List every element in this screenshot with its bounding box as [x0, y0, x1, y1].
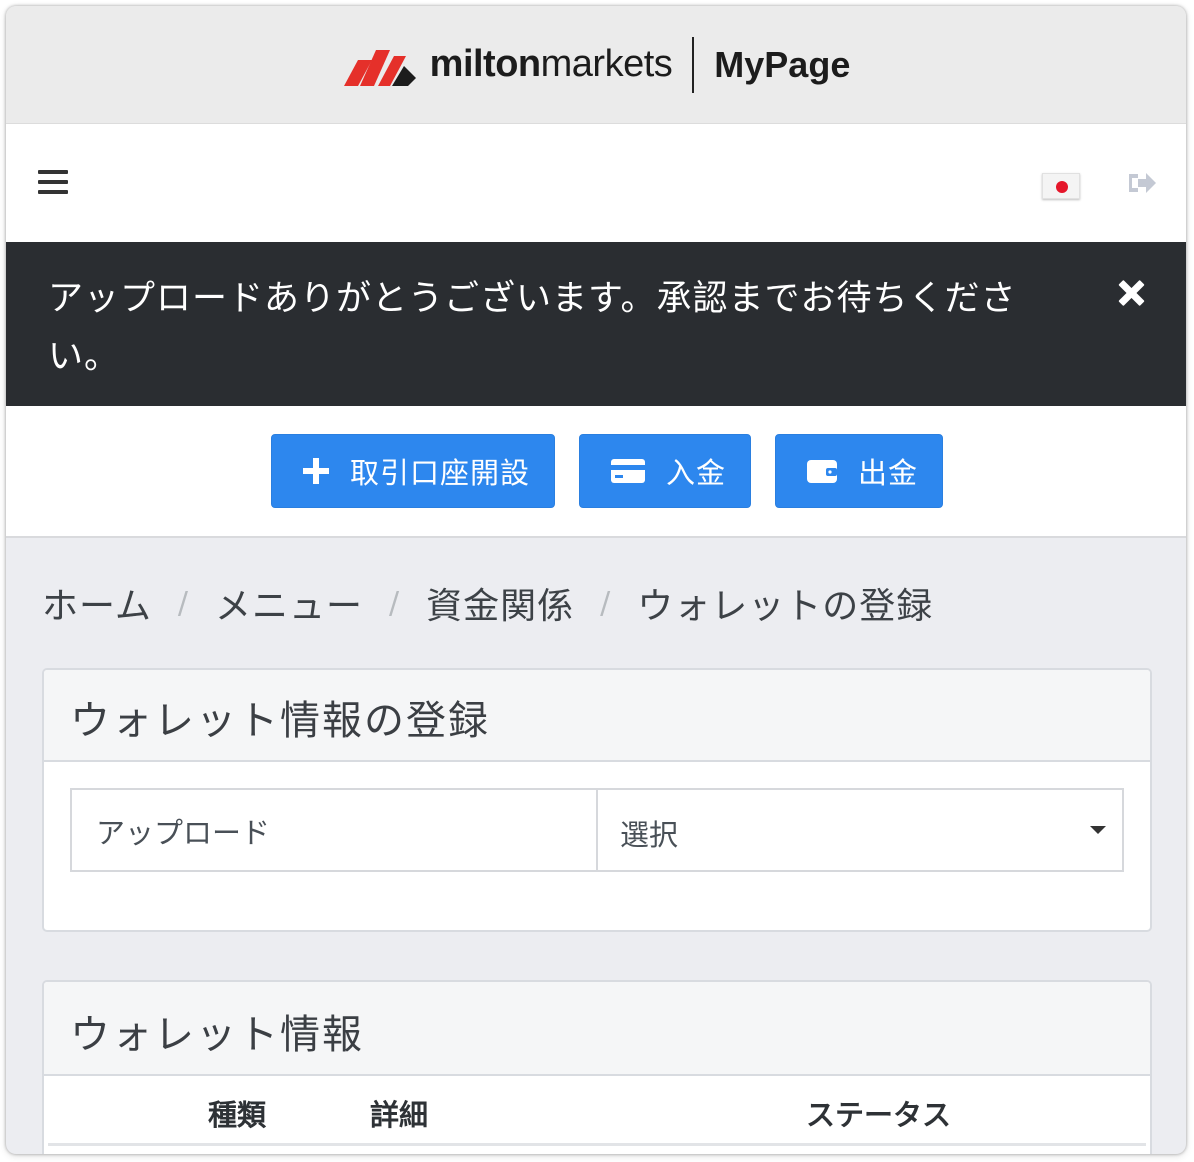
plus-icon	[302, 458, 329, 484]
breadcrumb: ホーム / メニュー / 資金関係 / ウォレットの登録	[42, 538, 1152, 668]
withdraw-label: 出金	[858, 456, 919, 490]
breadcrumb-separator: /	[389, 585, 401, 621]
column-header-type: 種類	[208, 1098, 267, 1132]
wallet-info-card: ウォレット情報 種類 詳細 ステータス	[42, 980, 1152, 1154]
upload-label: アップロード	[72, 790, 598, 870]
brand-name-light: markets	[540, 43, 673, 85]
open-account-button[interactable]: 取引口座開設	[270, 434, 555, 508]
open-account-label: 取引口座開設	[349, 456, 530, 490]
breadcrumb-home[interactable]: ホーム	[42, 577, 152, 629]
breadcrumb-separator: /	[600, 585, 612, 621]
milton-logo-mark-icon	[343, 49, 416, 86]
wallet-table-header: 種類 詳細 ステータス	[48, 1076, 1146, 1146]
brand-name-bold: milton	[429, 43, 541, 85]
brand-name: miltonmarkets	[430, 43, 673, 86]
wallet-type-select-value: 選択	[620, 818, 679, 852]
wallet-type-select[interactable]: 選択	[598, 790, 1122, 870]
action-bar: 取引口座開設 入金 出金	[6, 406, 1186, 538]
chevron-down-icon	[1090, 826, 1106, 834]
main-content: ホーム / メニュー / 資金関係 / ウォレットの登録 ウォレット情報の登録 …	[6, 538, 1186, 1154]
japan-flag-icon[interactable]	[1042, 173, 1080, 199]
close-icon[interactable]	[1116, 278, 1146, 308]
column-header-details: 詳細	[370, 1098, 429, 1132]
column-header-status: ステータス	[806, 1098, 952, 1132]
wallet-register-body: アップロード 選択	[44, 762, 1150, 872]
wallet-info-title: ウォレット情報	[44, 982, 1150, 1076]
deposit-button[interactable]: 入金	[578, 434, 751, 508]
brand-page-title: MyPage	[714, 43, 851, 85]
upload-field-row: アップロード 選択	[70, 788, 1124, 872]
brand-logo[interactable]: miltonmarkets MyPage	[342, 36, 851, 93]
breadcrumb-separator: /	[177, 585, 190, 621]
deposit-label: 入金	[665, 456, 726, 490]
credit-card-icon	[610, 459, 645, 483]
alert-message: アップロードありがとうございます。承認までお待ちください。	[48, 279, 1017, 377]
breadcrumb-menu[interactable]: メニュー	[215, 577, 363, 629]
wallet-register-title: ウォレット情報の登録	[44, 670, 1150, 762]
hamburger-icon[interactable]	[38, 170, 68, 194]
top-navbar	[6, 124, 1186, 242]
sign-out-icon[interactable]	[1126, 170, 1158, 196]
brand-separator	[692, 36, 695, 93]
wallet-register-card: ウォレット情報の登録 アップロード 選択	[42, 668, 1152, 932]
upload-success-alert: アップロードありがとうございます。承認までお待ちください。	[6, 242, 1186, 406]
app-window: miltonmarkets MyPage アップロードありがとうございます。承認…	[6, 6, 1186, 1154]
breadcrumb-current: ウォレットの登録	[637, 586, 934, 627]
breadcrumb-funds[interactable]: 資金関係	[426, 577, 574, 629]
wallet-icon	[807, 460, 837, 483]
withdraw-button[interactable]: 出金	[775, 434, 944, 508]
brand-header: miltonmarkets MyPage	[6, 6, 1186, 124]
